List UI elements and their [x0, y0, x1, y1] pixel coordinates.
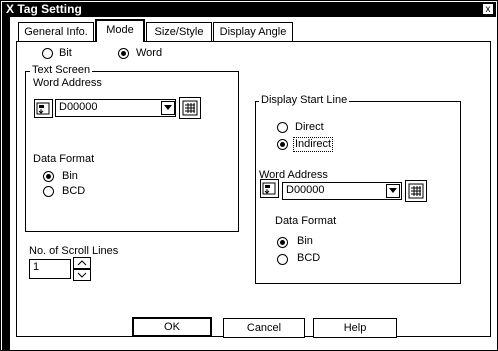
bit-radio[interactable]: [42, 48, 53, 59]
title-bar[interactable]: X Tag Setting x: [2, 2, 496, 17]
word-address-value: D00000: [59, 101, 98, 113]
ok-button[interactable]: OK: [132, 317, 212, 337]
tab-label: Mode: [106, 24, 134, 36]
start-bcd-radio[interactable]: [277, 254, 288, 265]
keypad-button[interactable]: [179, 97, 201, 119]
chevron-down-icon[interactable]: [386, 184, 400, 198]
chevron-up-icon: [77, 260, 87, 266]
bin-radio[interactable]: [43, 171, 54, 182]
chevron-down-icon: [77, 272, 87, 278]
tab-display-angle[interactable]: Display Angle: [213, 22, 293, 41]
tab-size-style[interactable]: Size/Style: [146, 22, 212, 41]
word-radio[interactable]: [118, 48, 129, 59]
cancel-label: Cancel: [246, 322, 282, 334]
text-screen-title: Text Screen: [30, 64, 93, 77]
bit-label: Bit: [59, 47, 72, 59]
direct-radio[interactable]: [277, 122, 288, 133]
display-start-line-title: Display Start Line: [259, 94, 350, 107]
tab-mode[interactable]: Mode: [95, 19, 145, 42]
keypad-icon: [408, 183, 424, 199]
cancel-button[interactable]: Cancel: [223, 318, 305, 338]
word-address-label: Word Address: [33, 77, 102, 89]
text-screen-group: [25, 71, 239, 232]
data-format-label: Data Format: [275, 215, 337, 227]
spin-up-button[interactable]: [73, 257, 91, 269]
data-format-label: Data Format: [33, 153, 95, 165]
tab-label: Size/Style: [154, 26, 204, 38]
start-bin-label: Bin: [297, 235, 313, 247]
bin-label: Bin: [62, 170, 78, 182]
tab-label: General Info.: [24, 26, 88, 38]
dialog-title: X Tag Setting: [6, 2, 82, 16]
indirect-label: Indirect: [293, 137, 334, 152]
ok-label: OK: [164, 321, 180, 333]
scroll-lines-input[interactable]: 1: [29, 259, 71, 279]
bcd-label: BCD: [62, 185, 86, 197]
tab-label: Display Angle: [219, 26, 287, 38]
word-address-combo[interactable]: D00000: [55, 99, 176, 117]
start-word-address-combo[interactable]: D00000: [282, 182, 402, 200]
address-input-icon: [36, 102, 50, 115]
close-button[interactable]: x: [482, 3, 494, 15]
keypad-icon: [182, 100, 198, 116]
chevron-down-icon[interactable]: [161, 101, 175, 115]
window-left-border: [2, 17, 10, 350]
scroll-lines-value: 1: [33, 261, 40, 273]
address-input-button[interactable]: [260, 179, 279, 198]
address-input-icon: [262, 182, 276, 195]
start-bcd-label: BCD: [297, 252, 321, 264]
direct-label: Direct: [295, 121, 324, 133]
tag-setting-dialog: X Tag Setting x General Info. Mode Size/…: [0, 0, 498, 351]
spin-down-button[interactable]: [73, 269, 91, 281]
help-button[interactable]: Help: [313, 318, 397, 338]
start-bin-radio[interactable]: [277, 237, 288, 248]
start-word-address-value: D00000: [286, 184, 325, 196]
close-icon: x: [485, 4, 491, 15]
address-input-button[interactable]: [34, 99, 53, 118]
keypad-button[interactable]: [405, 180, 427, 202]
help-label: Help: [343, 322, 367, 334]
tab-general-info[interactable]: General Info.: [18, 22, 94, 41]
word-label: Word: [136, 47, 163, 59]
bcd-radio[interactable]: [43, 186, 54, 197]
indirect-radio[interactable]: [277, 139, 288, 150]
